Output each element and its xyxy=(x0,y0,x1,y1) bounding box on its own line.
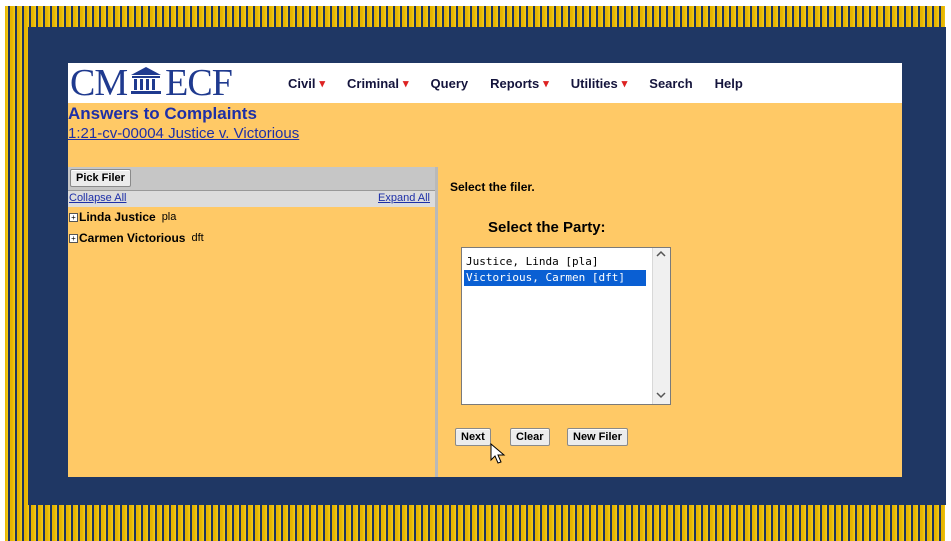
logo-text-cm: CM xyxy=(70,62,128,104)
menu-civil-label: Civil xyxy=(288,75,316,91)
scroll-down-icon[interactable] xyxy=(656,391,666,402)
expand-all-link[interactable]: Expand All xyxy=(378,192,430,204)
listbox-scrollbar[interactable] xyxy=(652,248,670,404)
menu-query-label: Query xyxy=(430,75,469,91)
party-selection-pane: Select the filer. Select the Party: Just… xyxy=(438,167,902,477)
party-heading: Select the Party: xyxy=(488,219,606,236)
menu-reports-label: Reports xyxy=(490,75,540,91)
page-title: Answers to Complaints xyxy=(68,104,257,123)
menu-criminal-label: Criminal xyxy=(347,75,400,91)
collapse-all-link[interactable]: Collapse All xyxy=(69,192,126,204)
cmecf-application: CM ECF Civil ▾ Criminal ▾ Query Reports … xyxy=(68,61,902,477)
caret-down-icon: ▾ xyxy=(319,77,325,90)
tree-item-role: pla xyxy=(161,211,177,223)
new-filer-button[interactable]: New Filer xyxy=(567,428,628,446)
tree-item-role: dft xyxy=(191,232,204,244)
caret-down-icon: ▾ xyxy=(403,77,409,90)
seal-icon xyxy=(129,61,163,105)
menu-help-label: Help xyxy=(714,75,743,91)
tree-expand-icon[interactable]: + xyxy=(69,212,78,222)
menu-help[interactable]: Help xyxy=(715,76,743,91)
top-navigation-bar: CM ECF Civil ▾ Criminal ▾ Query Reports … xyxy=(68,61,902,105)
tree-item-carmen-victorious[interactable]: + Carmen Victorious dft xyxy=(69,231,204,245)
menu-utilities[interactable]: Utilities ▾ xyxy=(571,76,628,91)
instruction-text: Select the filer. xyxy=(450,180,535,194)
tree-controls: Collapse All Expand All xyxy=(68,191,435,207)
clear-button[interactable]: Clear xyxy=(510,428,550,446)
menu-civil[interactable]: Civil ▾ xyxy=(288,76,325,91)
mouse-pointer-icon xyxy=(490,442,506,470)
filer-tree-pane: Pick Filer Collapse All Expand All + Lin… xyxy=(68,167,435,477)
pick-filer-toolbar: Pick Filer xyxy=(68,167,435,191)
logo-text-ecf: ECF xyxy=(165,62,233,104)
party-option-victorious-carmen[interactable]: Victorious, Carmen [dft] xyxy=(464,270,646,286)
case-link[interactable]: 1:21-cv-00004 Justice v. Victorious xyxy=(68,125,299,142)
caret-down-icon: ▾ xyxy=(621,77,628,90)
menu-utilities-label: Utilities xyxy=(570,75,618,91)
menu-query[interactable]: Query xyxy=(431,76,469,91)
party-option-justice-linda[interactable]: Justice, Linda [pla] xyxy=(464,254,646,270)
tree-item-name: Carmen Victorious xyxy=(79,231,186,245)
pick-filer-button[interactable]: Pick Filer xyxy=(70,169,131,187)
party-listbox[interactable]: Justice, Linda [pla] Victorious, Carmen … xyxy=(461,247,671,405)
main-menu: Civil ▾ Criminal ▾ Query Reports ▾ Utili… xyxy=(288,63,765,103)
menu-search-label: Search xyxy=(649,75,693,91)
next-button[interactable]: Next xyxy=(455,428,491,446)
caret-down-icon: ▾ xyxy=(543,77,549,90)
tree-item-linda-justice[interactable]: + Linda Justice pla xyxy=(69,210,176,224)
tree-item-name: Linda Justice xyxy=(79,210,156,224)
menu-search[interactable]: Search xyxy=(649,76,692,91)
tree-expand-icon[interactable]: + xyxy=(69,233,78,243)
menu-reports[interactable]: Reports ▾ xyxy=(490,76,549,91)
cmecf-logo[interactable]: CM ECF xyxy=(70,61,233,105)
menu-criminal[interactable]: Criminal ▾ xyxy=(347,76,409,91)
scroll-up-icon[interactable] xyxy=(656,250,666,261)
